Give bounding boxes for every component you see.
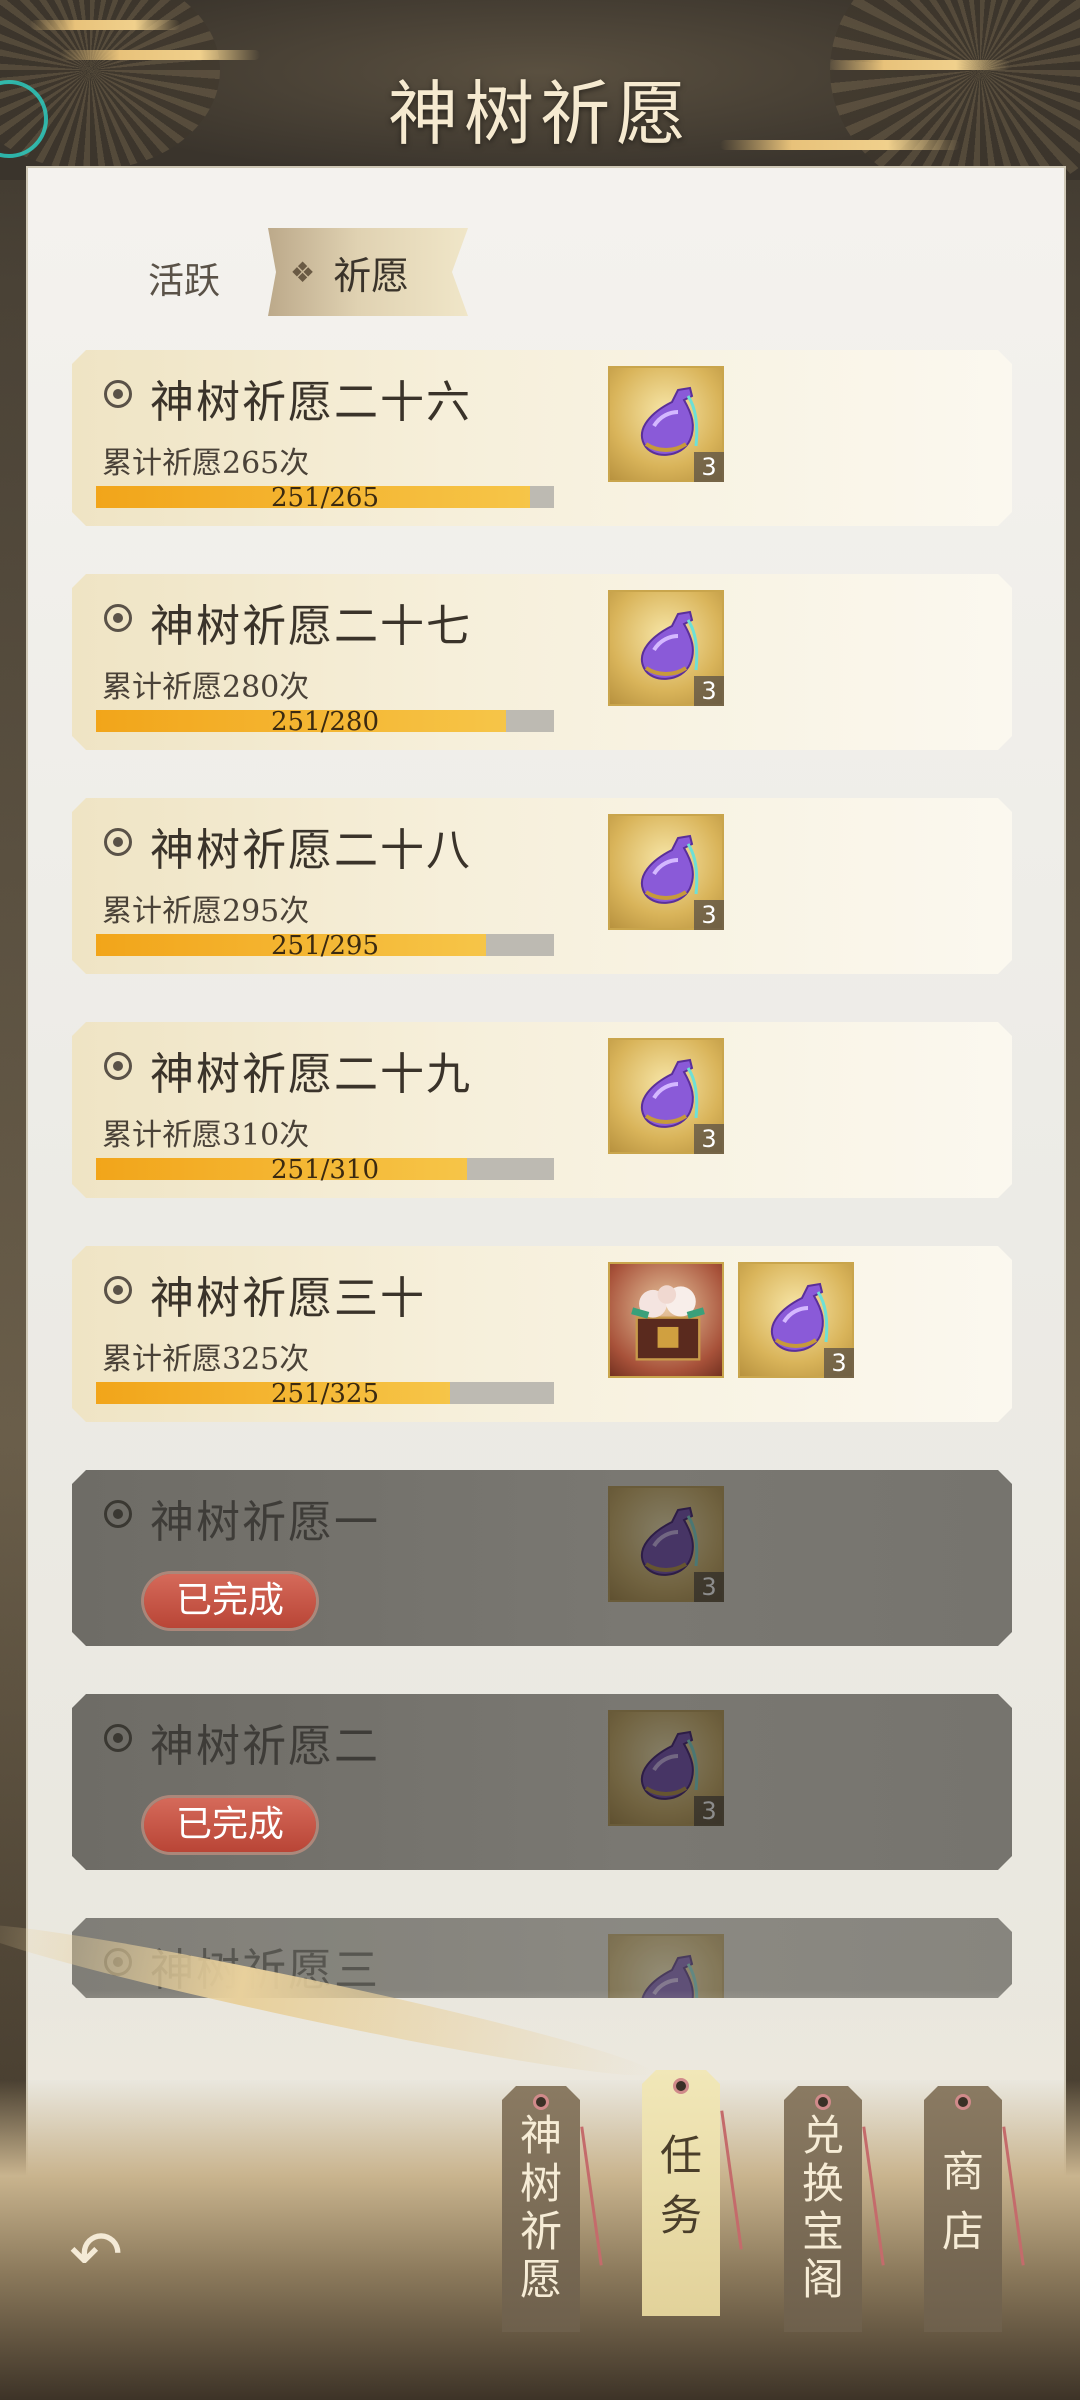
completed-badge: 已完成 [144, 1798, 316, 1852]
tag-hole-icon [533, 2094, 549, 2110]
back-arrow-icon[interactable]: ↶ [56, 2220, 136, 2290]
reward-quantity: 3 [694, 676, 724, 706]
nav-tag-label: 商 店 [941, 2147, 984, 2256]
reward-slot[interactable]: 3 [608, 1710, 724, 1826]
nav-tag-4[interactable]: 商 店 [924, 2086, 1002, 2332]
nav-tag-label: 任 务 [659, 2131, 702, 2240]
task-requirement: 累计祈愿295次 [102, 894, 310, 929]
reward-slot[interactable]: 3 [608, 814, 724, 930]
bullet-icon [104, 1052, 132, 1080]
task-card[interactable]: 神树祈愿二十六 累计祈愿265次 251/265 3 [72, 350, 1012, 526]
progress-text: 251/310 [270, 1155, 379, 1185]
task-requirement: 累计祈愿280次 [102, 670, 310, 705]
progress-bar: 251/310 [96, 1158, 554, 1180]
reward-quantity: 3 [694, 1796, 724, 1826]
reward-slot[interactable]: 3 [738, 1262, 854, 1378]
bullet-icon [104, 380, 132, 408]
task-card[interactable]: 神树祈愿二十八 累计祈愿295次 251/295 3 [72, 798, 1012, 974]
task-card[interactable]: 神树祈愿二已完成 3 [72, 1694, 1012, 1870]
reward-quantity: 3 [694, 452, 724, 482]
task-name: 神树祈愿二十七 [150, 601, 472, 652]
task-name: 神树祈愿二 [150, 1721, 380, 1772]
progress-bar: 251/280 [96, 710, 554, 732]
nav-tag-1[interactable]: 神 树 祈 愿 [502, 2086, 580, 2332]
task-name: 神树祈愿二十六 [150, 377, 472, 428]
tab-wish-label: 祈愿 [333, 253, 410, 298]
reward-slot[interactable]: 3 [608, 366, 724, 482]
task-name: 神树祈愿一 [150, 1497, 380, 1548]
tag-hole-icon [815, 2094, 831, 2110]
task-requirement: 累计祈愿265次 [102, 446, 310, 481]
task-name: 神树祈愿三十 [150, 1273, 426, 1324]
header: 神树祈愿 [0, 0, 1080, 200]
progress-text: 251/325 [270, 1379, 379, 1409]
tag-hole-icon [955, 2094, 971, 2110]
tab-wish[interactable]: ❖ 祈愿 [268, 228, 468, 316]
reward-slot[interactable] [608, 1262, 724, 1378]
page-title: 神树祈愿 [388, 73, 692, 155]
bullet-icon [104, 828, 132, 856]
progress-bar: 251/325 [96, 1382, 554, 1404]
progress-bar: 251/265 [96, 486, 554, 508]
reward-quantity: 3 [824, 1348, 854, 1378]
bullet-icon [104, 604, 132, 632]
bullet-icon [104, 1724, 132, 1752]
tag-hole-icon [673, 2078, 689, 2094]
progress-text: 251/265 [270, 483, 379, 513]
task-name: 神树祈愿二十九 [150, 1049, 472, 1100]
progress-bar: 251/295 [96, 934, 554, 956]
completed-badge: 已完成 [144, 1574, 316, 1628]
progress-text: 251/280 [270, 707, 379, 737]
progress-text: 251/295 [270, 931, 379, 961]
task-requirement: 累计祈愿325次 [102, 1342, 310, 1377]
task-card[interactable]: 神树祈愿一已完成 3 [72, 1470, 1012, 1646]
diamond-icon: ❖ [290, 255, 316, 289]
nav-tag-label: 兑 换 宝 阁 [801, 2111, 844, 2304]
nav-tag-2[interactable]: 任 务 [642, 2070, 720, 2316]
reward-quantity: 3 [694, 1124, 724, 1154]
reward-slot[interactable]: 3 [608, 1038, 724, 1154]
tab-bar: 活跃 ❖ 祈愿 [28, 228, 1064, 328]
bullet-icon [104, 1500, 132, 1528]
task-requirement: 累计祈愿310次 [102, 1118, 310, 1153]
cloud-ornament [30, 20, 180, 30]
reward-quantity: 3 [694, 900, 724, 930]
task-card[interactable]: 神树祈愿二十九 累计祈愿310次 251/310 3 [72, 1022, 1012, 1198]
bullet-icon [104, 1276, 132, 1304]
tab-activity[interactable]: 活跃 [148, 252, 220, 304]
task-card[interactable]: 神树祈愿三十 累计祈愿325次 251/325 3 [72, 1246, 1012, 1422]
task-card[interactable]: 神树祈愿二十七 累计祈愿280次 251/280 3 [72, 574, 1012, 750]
reward-quantity: 3 [694, 1572, 724, 1602]
task-name: 神树祈愿二十八 [150, 825, 472, 876]
nav-tag-3[interactable]: 兑 换 宝 阁 [784, 2086, 862, 2332]
reward-slot[interactable]: 3 [608, 590, 724, 706]
nav-tag-label: 神 树 祈 愿 [519, 2111, 562, 2304]
reward-slot[interactable]: 3 [608, 1486, 724, 1602]
